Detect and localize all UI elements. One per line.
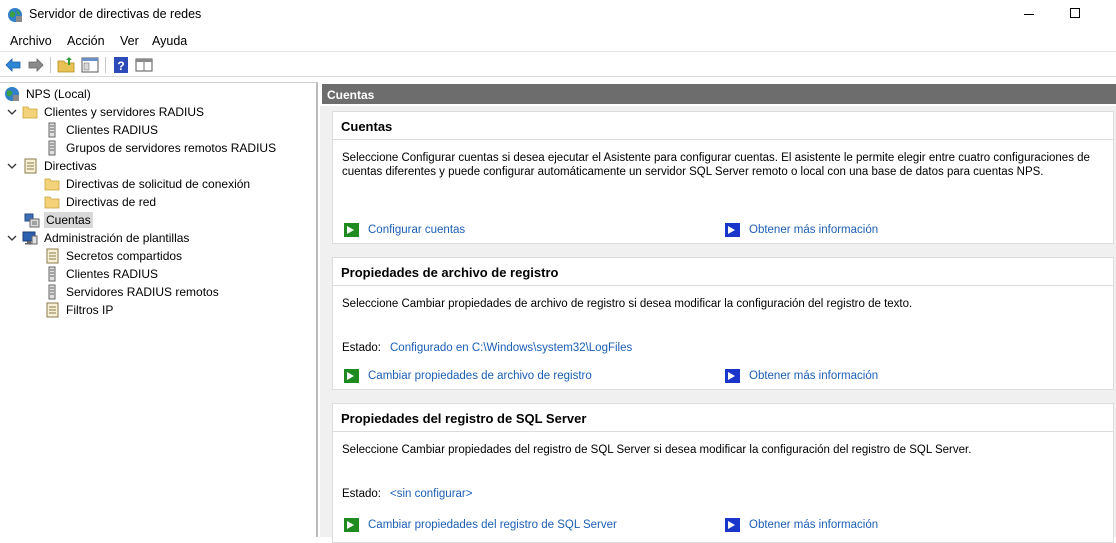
minimize-icon[interactable]	[1024, 14, 1034, 15]
status-row: Estado: <sin configurar>	[342, 488, 472, 500]
nps-globe-icon	[5, 87, 19, 101]
maximize-icon[interactable]	[1070, 8, 1080, 18]
menu-ver[interactable]: Ver	[120, 34, 139, 48]
status-value-link[interactable]: <sin configurar>	[390, 488, 472, 500]
server-icon	[48, 122, 56, 138]
tree-item-remote-radius-servers[interactable]: Servidores RADIUS remotos	[44, 283, 221, 301]
window-title: Servidor de directivas de redes	[29, 7, 202, 21]
section-description: Seleccione Cambiar propiedades del regis…	[342, 444, 972, 456]
details-scroll-area[interactable]: Cuentas Seleccione Configurar cuentas si…	[320, 106, 1116, 543]
help-icon[interactable]: ?	[112, 56, 130, 74]
tree-label: Directivas de red	[66, 195, 157, 209]
server-icon	[48, 284, 56, 300]
section-accounting: Cuentas Seleccione Configurar cuentas si…	[332, 111, 1114, 244]
blue-arrow-icon	[725, 369, 740, 383]
change-sql-logging-properties-link[interactable]: Cambiar propiedades del registro de SQL …	[344, 518, 617, 532]
tree-item-accounting[interactable]: Cuentas	[24, 211, 93, 229]
menu-ayuda[interactable]: Ayuda	[152, 34, 187, 48]
link-text[interactable]: Cambiar propiedades de archivo de regist…	[368, 370, 592, 382]
section-sql-logging-properties: Propiedades del registro de SQL Server S…	[332, 403, 1114, 543]
tree-item-template-radius-clients[interactable]: Clientes RADIUS	[44, 265, 160, 283]
folder-icon	[44, 178, 60, 191]
details-pane: Cuentas Cuentas Seleccione Configurar cu…	[320, 82, 1116, 543]
section-log-file-properties: Propiedades de archivo de registro Selec…	[332, 257, 1114, 390]
link-text[interactable]: Obtener más información	[749, 370, 878, 382]
navigation-tree: NPS (Local) Clientes y servidores RADIUS…	[0, 82, 318, 537]
forward-arrow-icon[interactable]	[27, 56, 45, 74]
status-label: Estado:	[342, 342, 381, 354]
menu-archivo[interactable]: Archivo	[10, 34, 52, 48]
tree-item-nps-local[interactable]: NPS (Local)	[4, 85, 93, 103]
chevron-down-icon[interactable]	[6, 160, 18, 172]
section-description: Seleccione Cambiar propiedades de archiv…	[342, 298, 913, 310]
folder-icon	[44, 196, 60, 209]
tree-label: Directivas	[44, 159, 97, 173]
nps-globe-icon	[8, 8, 22, 22]
toolbar: ?	[0, 53, 1116, 77]
svg-text:?: ?	[117, 59, 124, 73]
learn-more-link[interactable]: Obtener más información	[725, 223, 878, 237]
document-icon	[46, 302, 59, 318]
configure-accounting-link[interactable]: Configurar cuentas	[344, 223, 465, 237]
policy-document-icon	[24, 158, 37, 174]
title-bar: Servidor de directivas de redes	[0, 0, 1116, 30]
tree-item-radius-group[interactable]: Clientes y servidores RADIUS	[6, 103, 206, 121]
tree-label: Filtros IP	[66, 303, 114, 317]
show-hide-tree-icon[interactable]	[81, 56, 99, 74]
document-icon	[46, 248, 59, 264]
tree-label: Clientes RADIUS	[66, 123, 159, 137]
toolbar-separator	[105, 57, 106, 73]
tree-label: NPS (Local)	[26, 87, 91, 101]
green-arrow-icon	[344, 369, 359, 383]
tree-label: Administración de plantillas	[44, 231, 190, 245]
change-log-file-properties-link[interactable]: Cambiar propiedades de archivo de regist…	[344, 369, 592, 383]
menu-accion[interactable]: Acción	[67, 34, 105, 48]
tree-label: Cuentas	[44, 212, 93, 228]
tree-item-policies[interactable]: Directivas	[6, 157, 99, 175]
link-text[interactable]: Configurar cuentas	[368, 224, 465, 236]
learn-more-link[interactable]: Obtener más información	[725, 518, 878, 532]
tree-item-network-policies[interactable]: Directivas de red	[44, 193, 158, 211]
tree-item-template-management[interactable]: Administración de plantillas	[6, 229, 191, 247]
chevron-down-icon[interactable]	[6, 106, 18, 118]
up-folder-icon[interactable]	[57, 56, 75, 74]
blue-arrow-icon	[725, 223, 740, 237]
tree-label: Servidores RADIUS remotos	[66, 285, 219, 299]
menu-bar: Archivo Acción Ver Ayuda	[0, 30, 1116, 52]
tree-item-shared-secrets[interactable]: Secretos compartidos	[44, 247, 184, 265]
section-title: Cuentas	[333, 112, 1113, 140]
tree-item-remote-server-groups[interactable]: Grupos de servidores remotos RADIUS	[44, 139, 278, 157]
back-arrow-icon[interactable]	[4, 56, 22, 74]
folder-icon	[22, 106, 38, 119]
toolbar-separator	[50, 57, 51, 73]
link-text[interactable]: Obtener más información	[749, 519, 878, 531]
properties-panel-icon[interactable]	[135, 56, 153, 74]
section-title: Propiedades del registro de SQL Server	[333, 404, 1113, 432]
tree-label: Directivas de solicitud de conexión	[66, 177, 251, 191]
server-icon	[48, 266, 56, 282]
tree-item-radius-clients[interactable]: Clientes RADIUS	[44, 121, 160, 139]
link-text[interactable]: Obtener más información	[749, 224, 878, 236]
tree-item-connection-policies[interactable]: Directivas de solicitud de conexión	[44, 175, 252, 193]
tree-item-ip-filters[interactable]: Filtros IP	[44, 301, 115, 319]
blue-arrow-icon	[725, 518, 740, 532]
status-row: Estado: Configurado en C:\Windows\system…	[342, 342, 632, 354]
tree-label: Grupos de servidores remotos RADIUS	[66, 141, 277, 155]
link-text[interactable]: Cambiar propiedades del registro de SQL …	[368, 519, 617, 531]
pane-header: Cuentas	[322, 84, 1116, 104]
server-icon	[48, 140, 56, 156]
tree-label: Clientes RADIUS	[66, 267, 159, 281]
chevron-down-icon[interactable]	[6, 232, 18, 244]
green-arrow-icon	[344, 518, 359, 532]
accounting-icon	[24, 213, 40, 228]
section-title: Propiedades de archivo de registro	[333, 258, 1113, 286]
section-description: Seleccione Configurar cuentas si desea e…	[342, 152, 1090, 178]
status-value-link[interactable]: Configurado en C:\Windows\system32\LogFi…	[390, 342, 632, 354]
tree-label: Clientes y servidores RADIUS	[44, 105, 205, 119]
status-label: Estado:	[342, 488, 381, 500]
tree-label: Secretos compartidos	[66, 249, 183, 263]
learn-more-link[interactable]: Obtener más información	[725, 369, 878, 383]
green-arrow-icon	[344, 223, 359, 237]
template-monitor-icon	[22, 231, 38, 245]
